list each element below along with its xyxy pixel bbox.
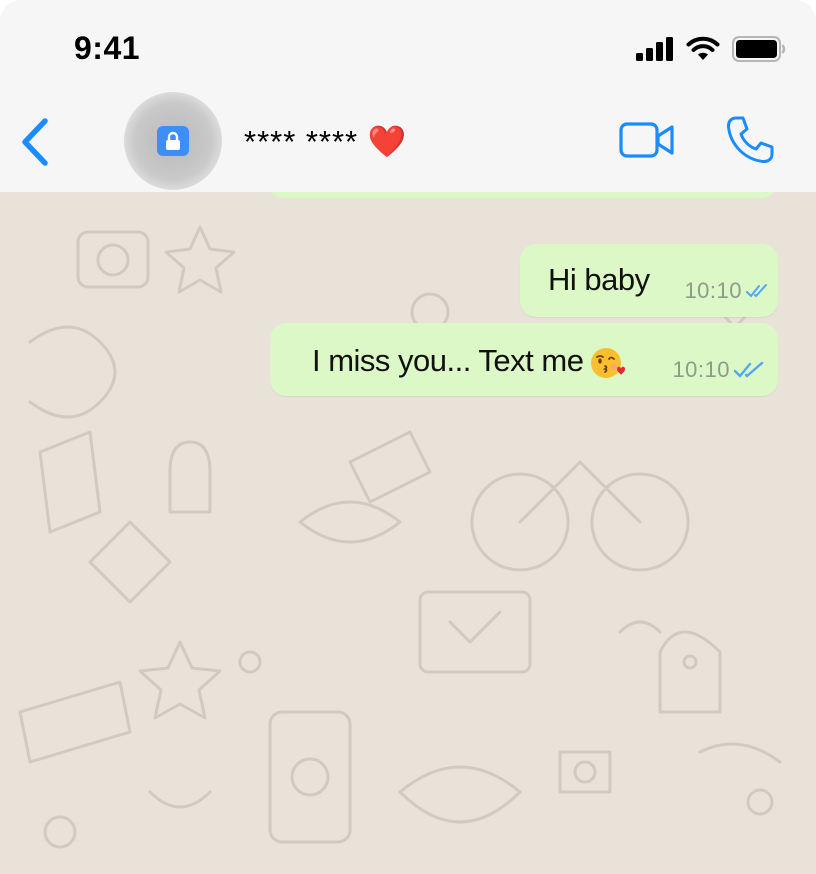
back-button[interactable] [12, 116, 58, 168]
message-text: I miss you... Text me [312, 343, 584, 378]
lock-icon [166, 131, 180, 150]
phone-screen: 9:41 **** **** ❤️ Hi baby 10:10 I miss y… [0, 0, 816, 874]
previous-message-bubble[interactable] [268, 192, 776, 198]
chevron-left-icon [22, 118, 48, 166]
video-camera-icon [619, 122, 674, 158]
lock-badge [157, 126, 189, 156]
battery-icon [732, 36, 786, 62]
phone-icon [726, 116, 774, 164]
message-text: Hi baby [548, 262, 650, 297]
kissing-face-with-heart-icon [591, 347, 626, 378]
message-meta: 10:10 [684, 278, 768, 304]
outgoing-message[interactable]: Hi baby 10:10 [520, 244, 778, 317]
video-call-button[interactable] [618, 120, 676, 160]
voice-call-button[interactable] [724, 114, 776, 166]
message-meta: 10:10 [672, 357, 764, 383]
message-time: 10:10 [672, 357, 730, 382]
contact-name[interactable]: **** **** ❤️ [244, 123, 407, 160]
signal-icon [636, 37, 673, 61]
wifi-icon [686, 36, 720, 60]
chat-header: **** **** ❤️ [0, 90, 816, 192]
status-icons [636, 36, 786, 62]
avatar[interactable] [124, 92, 222, 190]
message-text-wrapper: I miss you... Text me [312, 343, 626, 381]
double-check-icon [734, 361, 764, 378]
double-check-icon [746, 284, 767, 298]
chat-area[interactable]: Hi baby 10:10 I miss you... Text me 10:1… [0, 192, 816, 874]
status-time: 9:41 [74, 30, 141, 66]
status-bar: 9:41 [0, 0, 816, 90]
outgoing-message[interactable]: I miss you... Text me 10:10 [270, 323, 778, 396]
message-time: 10:10 [684, 278, 742, 303]
